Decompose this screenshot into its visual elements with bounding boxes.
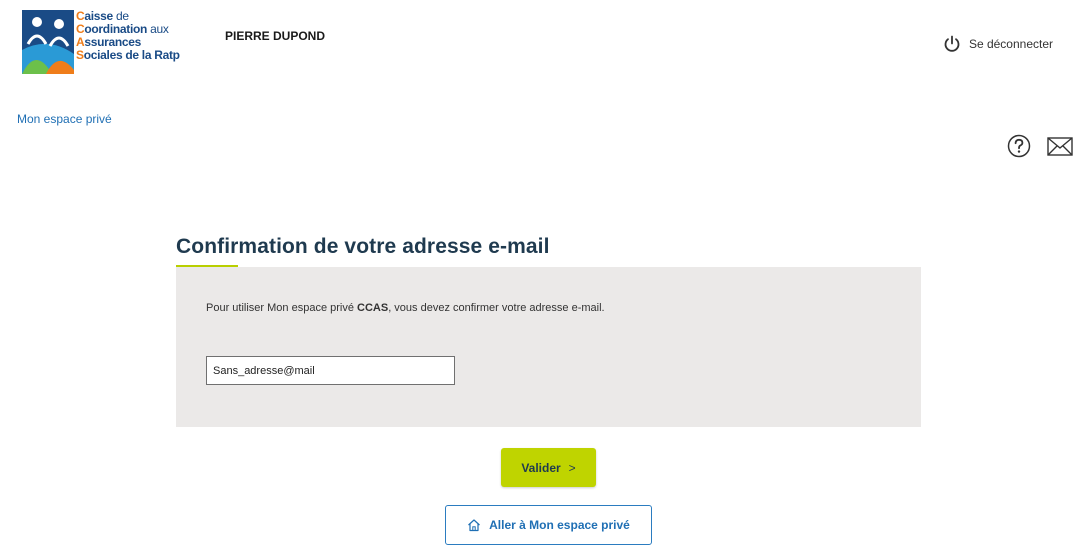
user-name: PIERRE DUPOND <box>225 29 326 43</box>
go-to-private-space-button[interactable]: Aller à Mon espace privé <box>445 505 652 545</box>
validate-button[interactable]: Valider > <box>501 448 596 487</box>
chevron-right-icon: > <box>568 460 576 475</box>
page-title: Confirmation de votre adresse e-mail <box>176 235 550 258</box>
logout-button[interactable]: Se déconnecter <box>943 35 1053 53</box>
envelope-icon[interactable] <box>1047 137 1073 156</box>
validate-label: Valider <box>521 460 561 475</box>
logout-label: Se déconnecter <box>968 37 1053 51</box>
home-button-label: Aller à Mon espace privé <box>489 518 630 532</box>
home-icon <box>468 519 481 532</box>
instruction-text: Pour utiliser Mon espace privé CCAS, vou… <box>206 302 605 314</box>
logo-text: Caisse de Coordination aux Assurances So… <box>76 9 180 62</box>
email-input[interactable] <box>206 356 455 385</box>
breadcrumb-mon-espace-prive[interactable]: Mon espace privé <box>17 112 112 126</box>
power-icon <box>944 35 960 52</box>
logo-mark-icon <box>22 10 74 74</box>
confirmation-panel: Pour utiliser Mon espace privé CCAS, vou… <box>176 267 921 427</box>
question-icon[interactable] <box>1007 134 1031 158</box>
ccas-logo[interactable]: Caisse de Coordination aux Assurances So… <box>22 10 192 74</box>
